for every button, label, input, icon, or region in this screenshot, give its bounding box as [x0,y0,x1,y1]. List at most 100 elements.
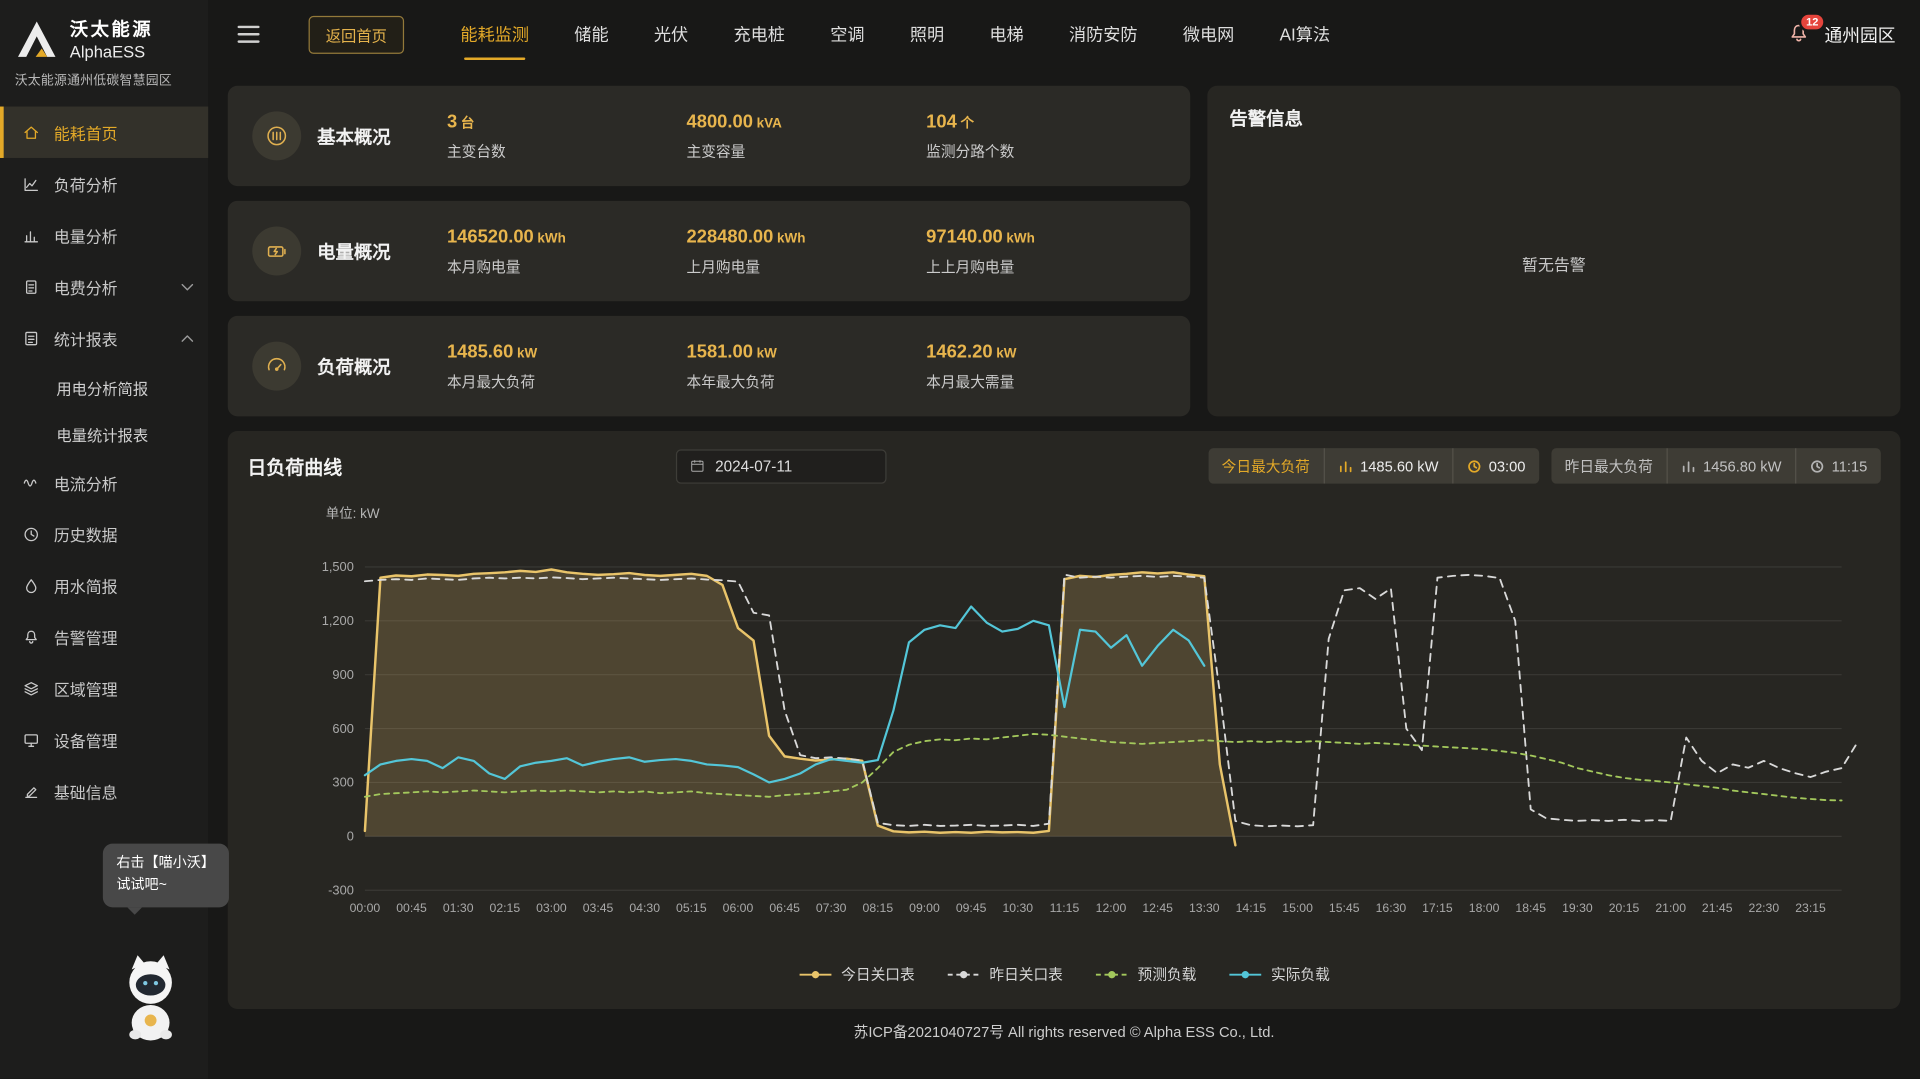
svg-text:14:15: 14:15 [1236,901,1267,915]
document-icon [22,277,40,295]
bar-chart-icon [22,226,40,244]
svg-text:12:45: 12:45 [1142,901,1173,915]
load-curve-chart[interactable]: 1,5001,2009006003000-30000:0000:4501:300… [247,525,1880,956]
bar-chart-icon [1338,459,1353,474]
yesterday-max-label: 昨日最大负荷 [1551,448,1666,484]
date-value: 2024-07-11 [715,457,792,474]
sidebar-item-fee-analysis[interactable]: 电费分析 [0,261,208,312]
tab-hvac[interactable]: 空调 [830,0,864,69]
svg-text:15:00: 15:00 [1282,901,1313,915]
stat: 97140.00kWh上上月购电量 [926,226,1166,276]
alphaess-logo-icon [15,18,59,60]
topbar: 返回首页 能耗监测储能光伏充电桩空调照明电梯消防安防微电网 AI算法 12 通州园… [208,0,1920,69]
date-picker[interactable]: 2024-07-11 [676,449,887,483]
org-name[interactable]: 通州园区 [1824,21,1895,47]
legend-item[interactable]: 今日关口表 [798,964,914,985]
tab-microgrid[interactable]: 微电网 [1183,0,1234,69]
sidebar-item-area-mgmt[interactable]: 区域管理 [0,662,208,713]
legend-marker-icon [947,968,981,980]
tab-pv[interactable]: 光伏 [654,0,688,69]
sidebar-item-load-analysis[interactable]: 负荷分析 [0,158,208,209]
svg-text:03:00: 03:00 [536,901,567,915]
alarm-empty-text: 暂无告警 [1229,131,1878,397]
svg-text:22:30: 22:30 [1749,901,1780,915]
svg-text:06:45: 06:45 [769,901,800,915]
legend-item[interactable]: 昨日关口表 [947,964,1063,985]
sidebar-item-device-mgmt[interactable]: 设备管理 [0,714,208,765]
overview-card-load: 负荷概况1485.60kW本月最大负荷1581.00kW本年最大负荷1462.2… [228,316,1190,416]
wave-icon [22,473,40,491]
svg-text:18:45: 18:45 [1515,901,1546,915]
sidebar-item-label: 设备管理 [54,728,118,751]
sidebar-item-energy-home[interactable]: 能耗首页 [0,107,208,158]
edit-icon [22,782,40,800]
sidebar-item-current-analysis[interactable]: 电流分析 [0,457,208,508]
svg-text:01:30: 01:30 [443,901,474,915]
svg-text:20:15: 20:15 [1609,901,1640,915]
sidebar-item-basic-info[interactable]: 基础信息 [0,765,208,816]
footer-text: 苏ICP备2021040727号 All rights reserved © A… [854,1024,1275,1041]
sidebar-item-history-data[interactable]: 历史数据 [0,508,208,559]
tab-lighting[interactable]: 照明 [910,0,944,69]
tab-storage[interactable]: 储能 [574,0,608,69]
tab-fire-security[interactable]: 消防安防 [1069,0,1138,69]
sidebar-item-label: 用水简报 [54,574,118,597]
tab-ai-algorithm[interactable]: AI算法 [1280,0,1330,69]
sidebar-item-water-report[interactable]: 用水简报 [0,560,208,611]
sidebar-subitem-power-analysis-brief[interactable]: 用电分析简报 [0,364,208,411]
home-icon [22,123,40,141]
bar-chart-icon [1681,459,1696,474]
svg-text:05:15: 05:15 [676,901,707,915]
svg-text:04:30: 04:30 [629,901,660,915]
chart-title: 日负荷曲线 [247,452,384,479]
chart-legend: 今日关口表 昨日关口表 预测负载 实际负载 [247,964,1880,985]
stat: 1581.00kW本年最大负荷 [687,341,927,391]
sidebar: 沃太能源 AlphaESS 沃太能源通州低碳智慧园区 能耗首页负荷分析电量分析电… [0,0,208,1079]
max-load-badges: 今日最大负荷 1485.60 kW 03:00 昨日最大负荷 [1208,448,1881,484]
legend-marker-icon [1228,968,1262,980]
sidebar-item-report[interactable]: 统计报表 [0,312,208,363]
menu-toggle-icon[interactable] [238,26,260,43]
back-home-button[interactable]: 返回首页 [309,15,405,53]
today-max-time: 03:00 [1452,448,1539,484]
clock-icon [1467,459,1482,474]
sidebar-item-label: 电费分析 [54,275,118,298]
mascot[interactable] [115,949,186,1045]
stat: 228480.00kWh上月购电量 [687,226,927,276]
svg-text:12:00: 12:00 [1096,901,1127,915]
footer: 苏ICP备2021040727号 All rights reserved © A… [228,1021,1901,1042]
chart-header: 日负荷曲线 2024-07-11 今日最大负荷 1485.60 kW [247,448,1880,484]
svg-text:09:45: 09:45 [956,901,987,915]
legend-item[interactable]: 预测负载 [1095,964,1197,985]
sidebar-item-label: 负荷分析 [54,172,118,195]
chevron-down-icon [181,282,193,291]
overview-row: 基本概况3台主变台数4800.00kVA主变容量104个监测分路个数电量概况14… [228,86,1901,417]
sidebar-item-label: 区域管理 [54,677,118,700]
today-max-badge: 今日最大负荷 1485.60 kW 03:00 [1208,448,1539,484]
svg-text:1,500: 1,500 [322,559,354,574]
tab-elevator[interactable]: 电梯 [989,0,1023,69]
legend-item[interactable]: 实际负载 [1228,964,1330,985]
notification-bell[interactable]: 12 [1787,22,1811,46]
svg-text:17:15: 17:15 [1422,901,1453,915]
card-title: 负荷概况 [317,353,447,379]
svg-text:15:45: 15:45 [1329,901,1360,915]
sidebar-item-label: 告警管理 [54,625,118,648]
svg-text:21:45: 21:45 [1702,901,1733,915]
sidebar-item-label: 基础信息 [54,779,118,802]
alarm-icon [22,628,40,646]
gauge-icon [252,342,301,391]
sidebar-item-label: 历史数据 [54,522,118,545]
tab-charging-pile[interactable]: 充电桩 [733,0,784,69]
clock-icon [22,525,40,543]
app-root: 沃太能源 AlphaESS 沃太能源通州低碳智慧园区 能耗首页负荷分析电量分析电… [0,0,1920,1079]
stat: 4800.00kVA主变容量 [687,111,927,161]
svg-text:09:00: 09:00 [909,901,940,915]
sidebar-subitem-energy-stat-report[interactable]: 电量统计报表 [0,410,208,457]
sidebar-item-alarm-mgmt[interactable]: 告警管理 [0,611,208,662]
tab-energy-monitor[interactable]: 能耗监测 [460,0,529,69]
mascot-tooltip: 右击【喵小沃】 试试吧~ [103,844,229,907]
svg-text:08:15: 08:15 [863,901,894,915]
svg-text:600: 600 [332,721,353,736]
sidebar-item-energy-analysis[interactable]: 电量分析 [0,209,208,260]
